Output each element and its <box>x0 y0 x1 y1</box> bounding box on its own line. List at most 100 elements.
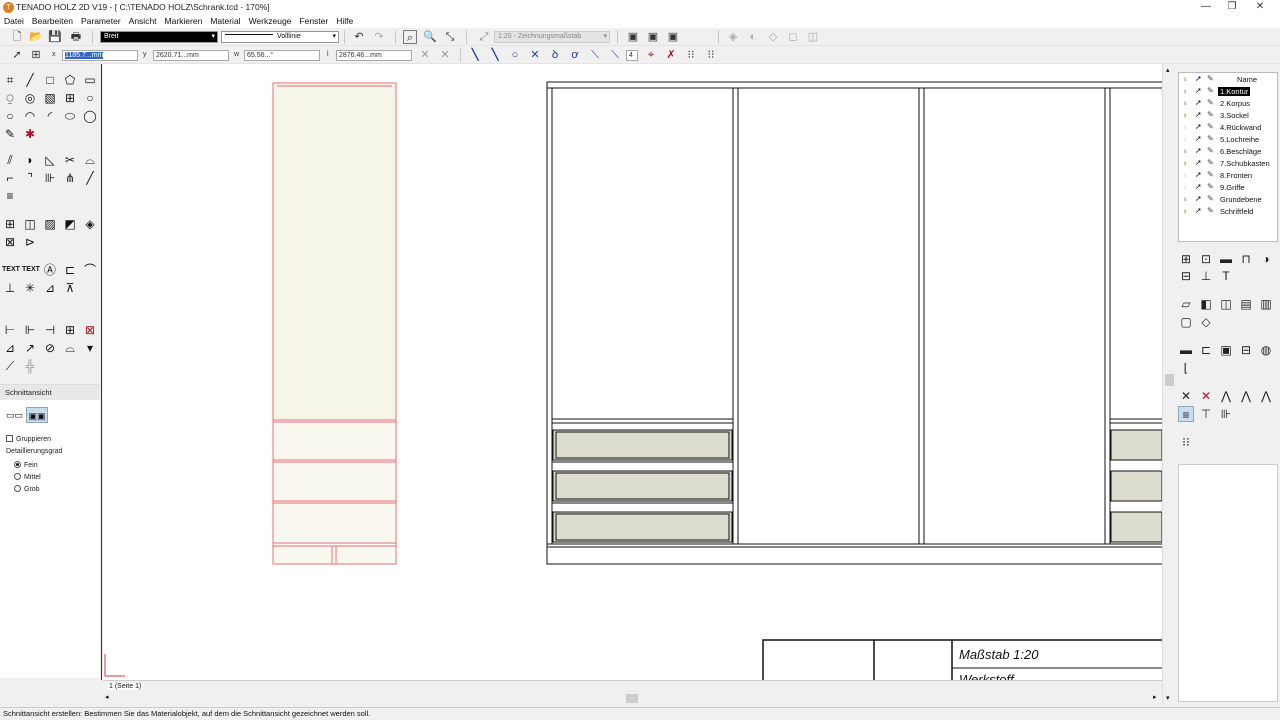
snap-center-icon[interactable]: ơ <box>568 48 582 62</box>
layer-item[interactable]: ♀ ➚ ✎ 8.Fronten <box>1179 170 1277 182</box>
front-tool-6-icon[interactable]: ⌊ <box>1178 360 1194 376</box>
blocks-tool-icon[interactable]: ⊞ <box>2 216 18 232</box>
cabinet-tool-7-icon[interactable]: ⊥ <box>1198 268 1214 284</box>
snap-off-icon[interactable]: ✗ <box>664 48 678 62</box>
cabinet-tool-8-icon[interactable]: T <box>1218 268 1234 284</box>
select-mode-icon[interactable]: ⊞ <box>29 48 43 62</box>
close-button[interactable]: ✕ <box>1250 1 1270 13</box>
fitting-tool-7-icon[interactable]: ⊤ <box>1198 406 1214 422</box>
dim-ruler-icon[interactable]: ⟋ <box>2 358 18 374</box>
detail-fine-radio[interactable]: Fein <box>14 461 38 469</box>
list-tool-icon[interactable]: ⁝⁝ <box>1178 434 1194 450</box>
scale-tool-icon[interactable]: ⤢ <box>477 30 491 44</box>
fillet-tool-icon[interactable]: ⌓ <box>82 152 98 168</box>
arc-tool-icon[interactable]: ◠ <box>22 108 38 124</box>
layer-item[interactable]: ♀ ➚ ✎ 9.Griffe <box>1179 182 1277 194</box>
3d-tool-1-icon[interactable]: ◈ <box>726 30 740 44</box>
length-field[interactable]: 2876.46...mm <box>336 50 412 61</box>
scroll-down-icon[interactable]: ▾ <box>1166 694 1170 702</box>
snap-intersection-icon[interactable]: ✕ <box>528 48 542 62</box>
step-field[interactable]: 4 <box>626 50 638 61</box>
scroll-left-icon[interactable]: ◂ <box>105 693 109 701</box>
diagonal-tool-icon[interactable]: ╱ <box>82 170 98 186</box>
cabinet-tool-4-icon[interactable]: ⊓ <box>1238 251 1254 267</box>
layer-item[interactable]: ♀ ➚ ✎ 6.Beschläge <box>1179 146 1277 158</box>
circle-tool-icon[interactable]: ○ <box>82 90 98 106</box>
bulb-tool-icon[interactable]: ⍜ <box>2 90 18 106</box>
board-tool-1-icon[interactable]: ▱ <box>1178 296 1194 312</box>
bulb-icon[interactable]: ♀ <box>1182 99 1189 108</box>
pen-icon[interactable]: ✎ <box>1207 122 1214 131</box>
dim-angle-icon[interactable]: ⊿ <box>2 340 18 356</box>
snap-parallel-icon[interactable]: ⟍ <box>608 48 622 62</box>
corner-tool-icon[interactable]: ⌝ <box>22 170 38 186</box>
dim-diameter-icon[interactable]: ⊘ <box>42 340 58 356</box>
ellipse-tool-icon[interactable]: ⬭ <box>62 108 78 124</box>
rectangle-tool-icon[interactable]: □ <box>42 72 58 88</box>
dim-radius-icon[interactable]: ↗ <box>22 340 38 356</box>
scroll-right-icon[interactable]: ▸ <box>1153 693 1157 701</box>
board-tool-7-icon[interactable]: ◇ <box>1198 314 1214 330</box>
paint-tool-icon[interactable]: ◈ <box>82 216 98 232</box>
pen-icon[interactable]: ✎ <box>1207 110 1214 119</box>
bulb-off-icon[interactable]: ♀ <box>1182 171 1189 180</box>
layer-item[interactable]: ♀ ➚ ✎ 3.Sockel <box>1179 110 1277 122</box>
cursor-icon[interactable]: ➚ <box>1195 158 1202 167</box>
lines-tool-icon[interactable]: ≡ <box>2 188 18 204</box>
undo-icon[interactable]: ↶ <box>352 30 366 44</box>
weld-tool-icon[interactable]: ⊿ <box>42 280 58 296</box>
text-frame-tool-icon[interactable]: Ⓐ <box>42 262 58 278</box>
pointer-icon[interactable]: ➚ <box>10 48 24 62</box>
cabinet-view-1-icon[interactable]: ▣ <box>626 30 640 44</box>
zoom-window-icon[interactable]: ⌕ <box>403 30 417 44</box>
menu-bearbeiten[interactable]: Bearbeiten <box>28 15 77 26</box>
save-icon[interactable]: 💾 <box>48 30 62 44</box>
3d-tool-3-icon[interactable]: ◇ <box>766 30 780 44</box>
bulb-icon[interactable]: ♀ <box>1182 195 1189 204</box>
point-tool-icon[interactable]: ⌗ <box>2 72 18 88</box>
pen-icon[interactable]: ✎ <box>1207 146 1214 155</box>
pen-tool-icon[interactable]: ✎ <box>2 126 18 142</box>
bulb-off-icon[interactable]: ♀ <box>1182 183 1189 192</box>
ellipse-2-tool-icon[interactable]: ◯ <box>82 108 98 124</box>
cabinet-tool-2-icon[interactable]: ⊡ <box>1198 251 1214 267</box>
menu-fenster[interactable]: Fenster <box>295 15 332 26</box>
menu-material[interactable]: Material <box>206 15 244 26</box>
menu-datei[interactable]: Datei <box>0 15 28 26</box>
fitting-tool-1-icon[interactable]: ✕ <box>1178 388 1194 404</box>
front-tool-4-icon[interactable]: ⊟ <box>1238 342 1254 358</box>
cursor-icon[interactable]: ➚ <box>1195 134 1202 143</box>
fitting-tool-4-icon[interactable]: ⋀ <box>1238 388 1254 404</box>
spiral-tool-icon[interactable]: ◎ <box>22 90 38 106</box>
label-tool-icon[interactable]: ⊏ <box>62 262 78 278</box>
section-detailed-icon[interactable]: ▣▣ <box>26 407 48 423</box>
bulb-off-icon[interactable]: ♀ <box>1182 135 1189 144</box>
snap-endpoint-icon[interactable]: ╲ <box>488 48 502 62</box>
detail-medium-radio[interactable]: Mittel <box>14 473 41 481</box>
angle-field[interactable]: 65.56...° <box>244 50 320 61</box>
cursor-icon[interactable]: ➚ <box>1195 86 1202 95</box>
fitting-tool-5-icon[interactable]: ⋀ <box>1258 388 1274 404</box>
pen-icon[interactable]: ✎ <box>1207 206 1214 215</box>
front-tool-5-icon[interactable]: ◍ <box>1258 342 1274 358</box>
layer-item[interactable]: ♀ ➚ ✎ 4.Rückwand <box>1179 122 1277 134</box>
cabinet-tool-3-icon[interactable]: ▬ <box>1218 251 1234 267</box>
dim-grid-icon[interactable]: ⊞ <box>62 322 78 338</box>
front-tool-1-icon[interactable]: ▬ <box>1178 342 1194 358</box>
cursor-icon[interactable]: ➚ <box>1195 110 1202 119</box>
scroll-up-icon[interactable]: ▴ <box>1166 66 1170 74</box>
vertical-scroll-thumb[interactable] <box>1165 374 1174 386</box>
board-tool-6-icon[interactable]: ▢ <box>1178 314 1194 330</box>
layer-item[interactable]: ♀ ➚ ✎ 1.Kontur <box>1179 86 1277 98</box>
pen-icon[interactable]: ✎ <box>1207 98 1214 107</box>
pen-icon[interactable]: ✎ <box>1207 170 1214 179</box>
layer-item[interactable]: ♀ ➚ ✎ Grundebene <box>1179 194 1277 206</box>
leader-tool-icon[interactable]: ⌒ <box>82 262 98 278</box>
3d-tool-5-icon[interactable]: ◫ <box>806 30 820 44</box>
scale-combo[interactable]: 1:20 - Zeichnungsmaßstab ▾ <box>494 31 610 43</box>
cabinet-tool-6-icon[interactable]: ⊟ <box>1178 268 1194 284</box>
fitting-tool-3-icon[interactable]: ⋀ <box>1218 388 1234 404</box>
cursor-icon[interactable]: ➚ <box>1195 170 1202 179</box>
cursor-icon[interactable]: ➚ <box>1195 122 1202 131</box>
snap-point-icon[interactable]: ⌖ <box>644 48 658 62</box>
